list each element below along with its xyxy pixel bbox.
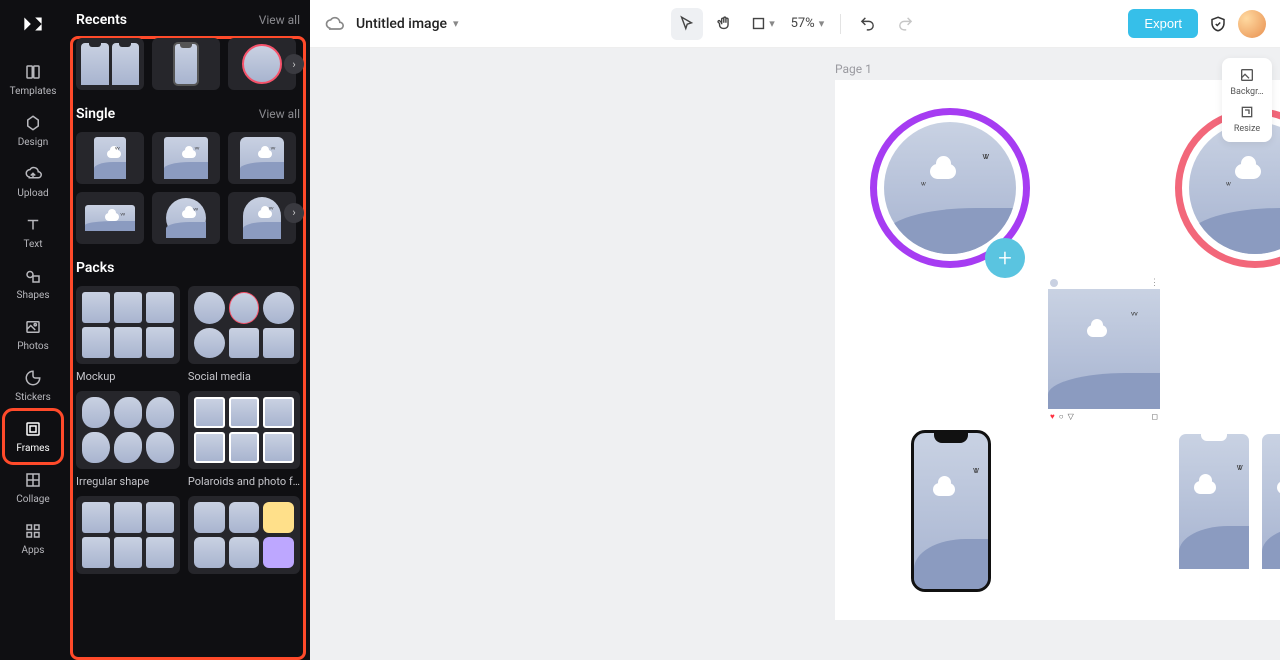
design-icon bbox=[23, 113, 43, 133]
device-frame[interactable]: ᵥᵥ bbox=[1262, 434, 1280, 569]
rail-label: Templates bbox=[10, 86, 57, 97]
resize-icon bbox=[1238, 103, 1256, 121]
shield-icon[interactable] bbox=[1204, 10, 1232, 38]
rail-upload[interactable]: Upload bbox=[5, 156, 61, 207]
rail-label: Text bbox=[23, 239, 42, 250]
title-text: Untitled image bbox=[356, 16, 447, 32]
left-rail: Templates Design Upload Text Shapes Phot… bbox=[0, 0, 66, 660]
add-icon[interactable]: + bbox=[985, 238, 1025, 278]
document-title[interactable]: Untitled image ▾ bbox=[356, 16, 459, 32]
pack-extra[interactable] bbox=[188, 496, 300, 574]
pack-social[interactable]: Social media bbox=[188, 286, 300, 383]
background-icon bbox=[1238, 66, 1256, 84]
frame-thumb[interactable]: ᵥᵥ bbox=[152, 192, 220, 244]
resize-button[interactable]: Resize bbox=[1234, 103, 1260, 134]
upload-icon bbox=[23, 164, 43, 184]
frames-icon bbox=[23, 419, 43, 439]
frame-thumb[interactable]: ᵥᵥ bbox=[76, 132, 144, 184]
right-toolbar: Backgr… Resize bbox=[1222, 58, 1272, 142]
rt-label: Backgr… bbox=[1230, 87, 1263, 97]
select-tool[interactable] bbox=[671, 8, 703, 40]
pack-extra[interactable] bbox=[76, 496, 180, 574]
device-frame[interactable]: ᵥᵥ bbox=[1179, 434, 1249, 569]
chevron-down-icon: ▾ bbox=[453, 17, 459, 30]
rail-label: Shapes bbox=[17, 290, 50, 301]
text-icon bbox=[23, 215, 43, 235]
hand-tool[interactable] bbox=[709, 8, 741, 40]
rail-label: Upload bbox=[17, 188, 48, 199]
rail-label: Collage bbox=[16, 494, 49, 505]
crop-tool[interactable]: ▾ bbox=[747, 8, 779, 40]
bookmark-icon: ◻ bbox=[1151, 412, 1158, 421]
main-area: Untitled image ▾ ▾ 57% ▾ Export Page 1 ᵥᵥ… bbox=[310, 0, 1280, 660]
rail-label: Design bbox=[18, 137, 49, 148]
pack-label: Social media bbox=[188, 370, 300, 383]
templates-icon bbox=[23, 62, 43, 82]
pack-label: Irregular shape bbox=[76, 475, 180, 488]
rail-photos[interactable]: Photos bbox=[5, 309, 61, 360]
redo-button[interactable] bbox=[889, 8, 921, 40]
divider bbox=[840, 14, 841, 34]
background-button[interactable]: Backgr… bbox=[1230, 66, 1263, 97]
phone-frame[interactable]: ᵥᵥ bbox=[911, 430, 991, 592]
shapes-icon bbox=[23, 266, 43, 286]
rail-text[interactable]: Text bbox=[5, 207, 61, 258]
recents-section: Recents View all › bbox=[76, 12, 300, 90]
heart-icon: ♥ bbox=[1050, 412, 1055, 421]
comment-icon: ○ bbox=[1059, 412, 1064, 421]
rail-label: Photos bbox=[17, 341, 49, 352]
frames-panel: Recents View all › Single View all ᵥᵥ ᵥᵥ… bbox=[66, 0, 310, 660]
social-post-frame[interactable]: ⋮ ᵥᵥ ♥○▽◻ bbox=[1048, 276, 1160, 421]
packs-section: Packs Mockup Social media Irregular shap… bbox=[76, 260, 300, 574]
export-button[interactable]: Export bbox=[1128, 9, 1198, 38]
pack-mockup[interactable]: Mockup bbox=[76, 286, 180, 383]
canvas-area[interactable]: Page 1 ᵥᵥᵥᵥ + ᵥᵥᵥᵥ ⋮ ᵥᵥ ♥○▽◻ ᵥᵥ ᵥᵥ ᵥᵥ bbox=[310, 48, 1280, 660]
rail-shapes[interactable]: Shapes bbox=[5, 258, 61, 309]
pack-label: Polaroids and photo f… bbox=[188, 475, 300, 488]
next-arrow-icon[interactable]: › bbox=[284, 54, 304, 74]
pack-polaroid[interactable]: Polaroids and photo f… bbox=[188, 391, 300, 488]
rail-collage[interactable]: Collage bbox=[5, 462, 61, 513]
more-icon: ⋮ bbox=[1150, 278, 1158, 288]
rail-apps[interactable]: Apps bbox=[5, 513, 61, 564]
chevron-down-icon: ▾ bbox=[819, 17, 825, 30]
recents-viewall[interactable]: View all bbox=[259, 13, 300, 27]
rail-templates[interactable]: Templates bbox=[5, 54, 61, 105]
page-label: Page 1 bbox=[835, 62, 872, 76]
rail-label: Apps bbox=[22, 545, 45, 556]
apps-icon bbox=[23, 521, 43, 541]
topbar: Untitled image ▾ ▾ 57% ▾ Export bbox=[310, 0, 1280, 48]
packs-title: Packs bbox=[76, 260, 114, 276]
avatar[interactable] bbox=[1238, 10, 1266, 38]
frame-thumb[interactable]: ᵥᵥ bbox=[152, 132, 220, 184]
single-viewall[interactable]: View all bbox=[259, 107, 300, 121]
rail-label: Frames bbox=[16, 443, 49, 454]
next-arrow-icon[interactable]: › bbox=[284, 203, 304, 223]
cloud-icon[interactable] bbox=[324, 14, 344, 34]
single-section: Single View all ᵥᵥ ᵥᵥ ᵥᵥ ᵥᵥ ᵥᵥ ᵥᵥ › bbox=[76, 106, 300, 244]
app-logo[interactable] bbox=[19, 10, 47, 38]
undo-button[interactable] bbox=[851, 8, 883, 40]
collage-icon bbox=[23, 470, 43, 490]
rail-stickers[interactable]: Stickers bbox=[5, 360, 61, 411]
share-icon: ▽ bbox=[1068, 412, 1074, 421]
avatar-icon bbox=[1050, 279, 1058, 287]
pack-irregular[interactable]: Irregular shape bbox=[76, 391, 180, 488]
canvas-page[interactable]: ᵥᵥᵥᵥ + ᵥᵥᵥᵥ ⋮ ᵥᵥ ♥○▽◻ ᵥᵥ ᵥᵥ ᵥᵥ bbox=[835, 80, 1280, 620]
photos-icon bbox=[23, 317, 43, 337]
zoom-level[interactable]: 57% ▾ bbox=[785, 16, 831, 31]
rail-design[interactable]: Design bbox=[5, 105, 61, 156]
recents-title: Recents bbox=[76, 12, 127, 28]
rail-label: Stickers bbox=[15, 392, 51, 403]
single-title: Single bbox=[76, 106, 115, 122]
frame-thumb[interactable] bbox=[76, 38, 144, 90]
frame-thumb[interactable]: ᵥᵥ bbox=[228, 132, 296, 184]
rt-label: Resize bbox=[1234, 124, 1260, 134]
zoom-value: 57% bbox=[791, 16, 815, 31]
pack-label: Mockup bbox=[76, 370, 180, 383]
frame-thumb[interactable]: ᵥᵥ bbox=[76, 192, 144, 244]
frame-thumb[interactable] bbox=[152, 38, 220, 90]
rail-frames[interactable]: Frames bbox=[5, 411, 61, 462]
stickers-icon bbox=[23, 368, 43, 388]
